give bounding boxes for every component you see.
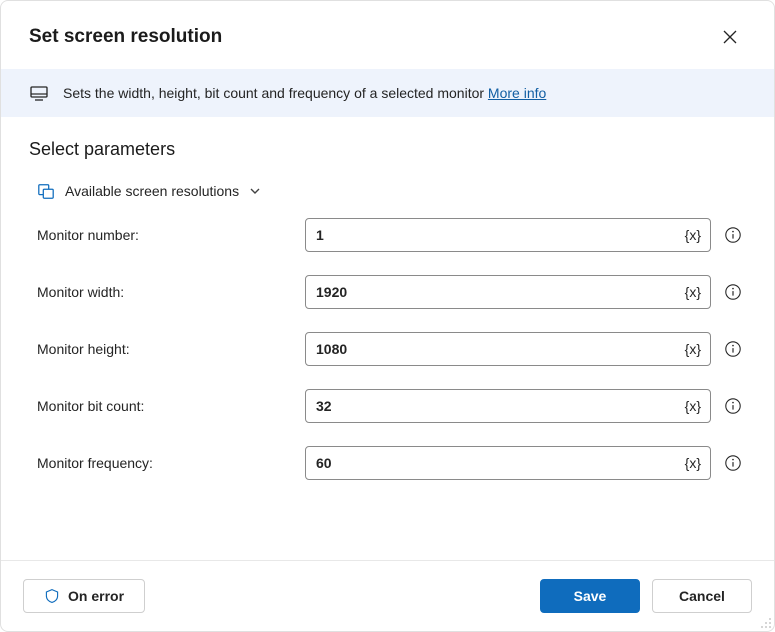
label-monitor-height: Monitor height:: [37, 341, 305, 357]
row-monitor-frequency: Monitor frequency: {x}: [29, 446, 746, 480]
label-monitor-number: Monitor number:: [37, 227, 305, 243]
info-icon: [724, 454, 742, 472]
info-button[interactable]: [723, 282, 743, 302]
info-icon: [724, 397, 742, 415]
info-icon: [724, 226, 742, 244]
section-title: Select parameters: [29, 139, 746, 160]
input-wrap: {x}: [305, 275, 711, 309]
variables-toggle[interactable]: Available screen resolutions: [29, 182, 746, 200]
monitor-width-input[interactable]: [305, 275, 711, 309]
input-wrap: {x}: [305, 332, 711, 366]
close-icon: [723, 30, 737, 44]
row-monitor-height: Monitor height: {x}: [29, 332, 746, 366]
more-info-link[interactable]: More info: [488, 85, 546, 101]
dialog: Set screen resolution Sets the width, he…: [0, 0, 775, 632]
cancel-button[interactable]: Cancel: [652, 579, 752, 613]
save-button[interactable]: Save: [540, 579, 640, 613]
row-monitor-bit-count: Monitor bit count: {x}: [29, 389, 746, 423]
variable-token-button[interactable]: {x}: [685, 227, 701, 243]
input-wrap: {x}: [305, 218, 711, 252]
dialog-body: Select parameters Available screen resol…: [1, 117, 774, 560]
info-button[interactable]: [723, 453, 743, 473]
on-error-label: On error: [68, 588, 124, 604]
monitor-number-input[interactable]: [305, 218, 711, 252]
label-monitor-width: Monitor width:: [37, 284, 305, 300]
info-button[interactable]: [723, 225, 743, 245]
shield-icon: [44, 588, 60, 604]
input-wrap: {x}: [305, 446, 711, 480]
variable-token-button[interactable]: {x}: [685, 341, 701, 357]
variable-token-button[interactable]: {x}: [685, 284, 701, 300]
monitor-bit-count-input[interactable]: [305, 389, 711, 423]
monitor-height-input[interactable]: [305, 332, 711, 366]
row-monitor-number: Monitor number: {x}: [29, 218, 746, 252]
label-monitor-frequency: Monitor frequency:: [37, 455, 305, 471]
variable-token-button[interactable]: {x}: [685, 398, 701, 414]
dialog-header: Set screen resolution: [1, 1, 774, 69]
chevron-down-icon: [249, 185, 261, 197]
close-button[interactable]: [714, 21, 746, 53]
info-banner: Sets the width, height, bit count and fr…: [1, 69, 774, 117]
info-button[interactable]: [723, 396, 743, 416]
label-monitor-bit-count: Monitor bit count:: [37, 398, 305, 414]
on-error-button[interactable]: On error: [23, 579, 145, 613]
variables-label: Available screen resolutions: [65, 183, 239, 199]
monitor-icon: [29, 83, 49, 103]
dialog-footer: On error Save Cancel: [1, 560, 774, 631]
info-icon: [724, 283, 742, 301]
banner-text-wrap: Sets the width, height, bit count and fr…: [63, 85, 546, 101]
info-icon: [724, 340, 742, 358]
monitor-frequency-input[interactable]: [305, 446, 711, 480]
banner-text: Sets the width, height, bit count and fr…: [63, 85, 488, 101]
input-wrap: {x}: [305, 389, 711, 423]
dialog-title: Set screen resolution: [29, 26, 222, 48]
footer-right: Save Cancel: [540, 579, 752, 613]
variable-token-button[interactable]: {x}: [685, 455, 701, 471]
variables-icon: [37, 182, 55, 200]
info-button[interactable]: [723, 339, 743, 359]
row-monitor-width: Monitor width: {x}: [29, 275, 746, 309]
